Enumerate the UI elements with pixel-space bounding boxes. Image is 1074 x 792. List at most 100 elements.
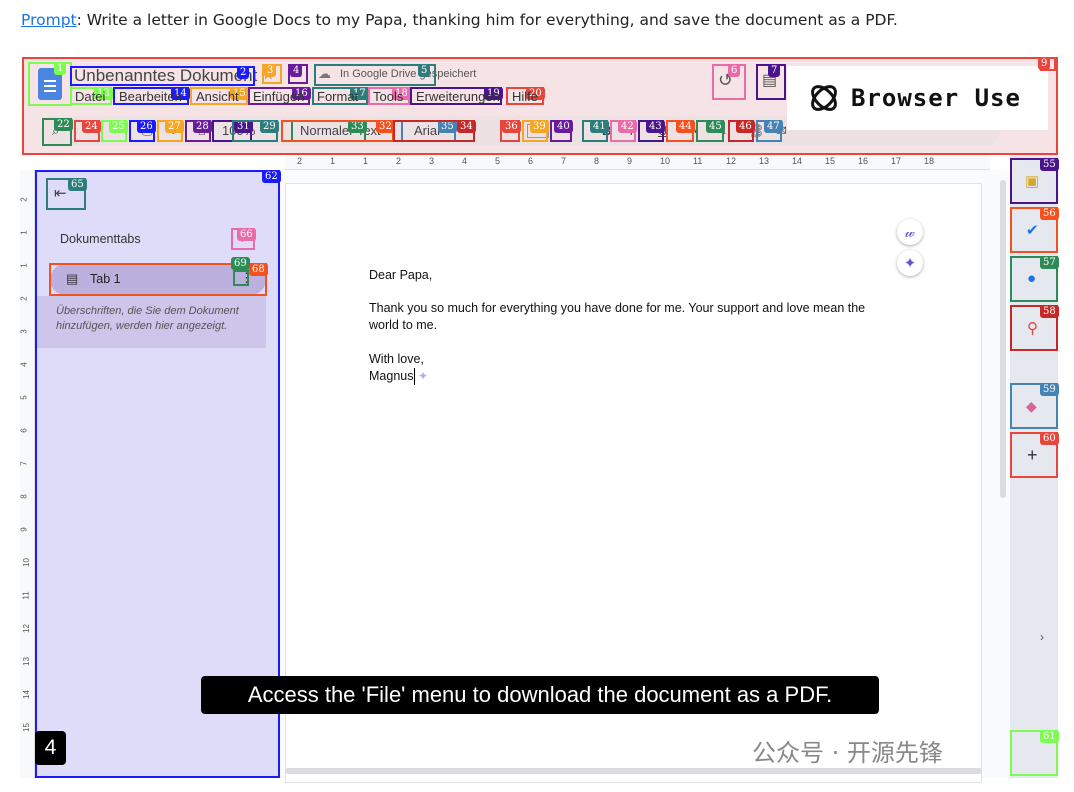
menu-ansicht[interactable]: Ansicht	[196, 89, 239, 104]
ruler-tick-label: 13	[759, 156, 770, 166]
ruler-tick-label: 15	[825, 156, 836, 166]
browser-use-logo-text: Browser Use	[851, 84, 1021, 112]
ruler-tick-label: 2	[297, 156, 303, 166]
ruler-tick-label: 5	[495, 156, 501, 166]
ruler-tick-label: 3	[429, 156, 435, 166]
ruler-tick-label: 12	[726, 156, 737, 166]
ruler-tick-label: 17	[891, 156, 902, 166]
vertical-scrollbar[interactable]	[1000, 180, 1006, 498]
sparkle-icon: ✦	[418, 369, 429, 383]
annotation-label: 55	[1040, 158, 1059, 171]
annotation-label: 36	[502, 120, 521, 133]
ruler-tick-label: 14	[21, 690, 31, 699]
ruler-tick-label: 10	[21, 558, 31, 567]
annotation-label: 39	[530, 120, 549, 133]
ruler-tick-label: 2	[396, 156, 402, 166]
annotation-label: 59	[1040, 383, 1059, 396]
vertical-ruler[interactable]: 2 1 1 2 3 4 5 6 7 8 9 10 11 12 13 14 15	[20, 170, 35, 778]
ruler-tick-label: 5	[19, 395, 29, 400]
annotation-box	[233, 270, 249, 286]
step-number: 4	[35, 731, 66, 765]
ruler-tick-label: 1	[19, 230, 29, 235]
menu-tools[interactable]: Tools	[373, 89, 403, 104]
annotation-label: 25	[109, 120, 128, 133]
ruler-tick-label: 1	[330, 156, 336, 166]
annotation-label: 29	[260, 120, 279, 133]
ruler-tick-label: 6	[528, 156, 534, 166]
annotation-label: 34	[457, 120, 476, 133]
letter-closing: With love,	[369, 352, 424, 366]
browser-use-logo: Browser Use	[787, 66, 1048, 130]
ruler-tick-label: 11	[21, 591, 31, 600]
annotation-label: 56	[1040, 207, 1059, 220]
letter-body: Thank you so much for everything you hav…	[369, 301, 866, 332]
ruler-tick-label: 2	[19, 197, 29, 202]
menu-format[interactable]: Format	[317, 89, 358, 104]
annotation-label: 6	[728, 64, 741, 77]
ruler-tick-label: 16	[858, 156, 869, 166]
annotation-label: 69	[231, 257, 250, 270]
ruler-tick-label: 8	[594, 156, 600, 166]
annotation-label: 47	[764, 120, 783, 133]
ruler-tick-label: 1	[363, 156, 369, 166]
ruler-tick-label: 4	[462, 156, 468, 166]
ruler-tick-label: 6	[19, 428, 29, 433]
menu-datei[interactable]: Datei	[75, 89, 105, 104]
prompt-link[interactable]: Prompt	[21, 11, 77, 29]
annotation-label: 60	[1040, 432, 1059, 445]
ruler-tick-label: 9	[627, 156, 633, 166]
annotation-label: 27	[165, 120, 184, 133]
menu-bearbeiten[interactable]: Bearbeiten	[119, 89, 182, 104]
watermark: 公众号 · 开源先锋	[752, 739, 943, 767]
annotation-label: 2	[237, 66, 250, 79]
ruler-tick-label: 1	[19, 263, 29, 268]
annotation-label: 28	[193, 120, 212, 133]
annotation-box	[70, 66, 255, 86]
expand-panel-icon[interactable]: ›	[1040, 630, 1044, 644]
horizontal-ruler[interactable]: 2 1 1 2 3 4 5 6 7 8 9 10 11 12 13 14 15 16 17 18	[285, 155, 990, 170]
annotation-label: 62	[262, 170, 281, 183]
letter-greeting: Dear Papa,	[369, 268, 433, 282]
ruler-tick-label: 15	[21, 723, 31, 732]
browser-use-logo-icon	[811, 85, 837, 111]
horizontal-scrollbar[interactable]	[285, 768, 982, 774]
writing-assistant-icon[interactable]: 𝓌	[897, 219, 923, 245]
annotation-label: 43	[646, 120, 665, 133]
ruler-tick-label: 7	[561, 156, 567, 166]
gemini-sparkle-icon[interactable]: ✦	[897, 250, 923, 276]
annotation-label: 44	[676, 120, 695, 133]
annotation-label: 4	[290, 64, 303, 77]
annotation-label: 58	[1040, 305, 1059, 318]
ruler-tick-label: 2	[19, 296, 29, 301]
action-caption: Access the 'File' menu to download the d…	[201, 676, 879, 714]
ruler-tick-label: 8	[19, 494, 29, 499]
annotation-label: 7	[768, 64, 781, 77]
annotation-label: 45	[706, 120, 725, 133]
ruler-tick-label: 4	[19, 362, 29, 367]
annotation-label: 24	[82, 120, 101, 133]
annotation-label: 61	[1040, 730, 1059, 743]
ruler-tick-label: 3	[19, 329, 29, 334]
annotation-label: 26	[137, 120, 156, 133]
annotation-label: 32	[376, 120, 395, 133]
menu-erweiterungen[interactable]: Erweiterungen	[416, 89, 500, 104]
ruler-tick-label: 14	[792, 156, 803, 166]
annotation-label: 3	[264, 64, 277, 77]
annotation-label: 5	[418, 64, 431, 77]
menu-hilfe[interactable]: Hilfe	[512, 89, 538, 104]
annotation-label: 1	[54, 62, 67, 75]
letter-signature: Magnus	[369, 368, 416, 385]
annotation-label: 65	[68, 178, 87, 191]
ruler-tick-label: 9	[19, 527, 29, 532]
annotation-label: 46	[736, 120, 755, 133]
annotation-label: 66	[237, 228, 256, 241]
menu-einfügen[interactable]: Einfügen	[253, 89, 304, 104]
annotation-label: 57	[1040, 256, 1059, 269]
prompt-text: : Write a letter in Google Docs to my Pa…	[76, 11, 898, 29]
ruler-tick-label: 18	[924, 156, 935, 166]
annotation-label: 9	[1038, 57, 1051, 70]
annotation-label: 40	[554, 120, 573, 133]
annotation-label: 22	[54, 118, 73, 131]
ruler-tick-label: 7	[19, 461, 29, 466]
annotation-label: 68	[249, 263, 268, 276]
